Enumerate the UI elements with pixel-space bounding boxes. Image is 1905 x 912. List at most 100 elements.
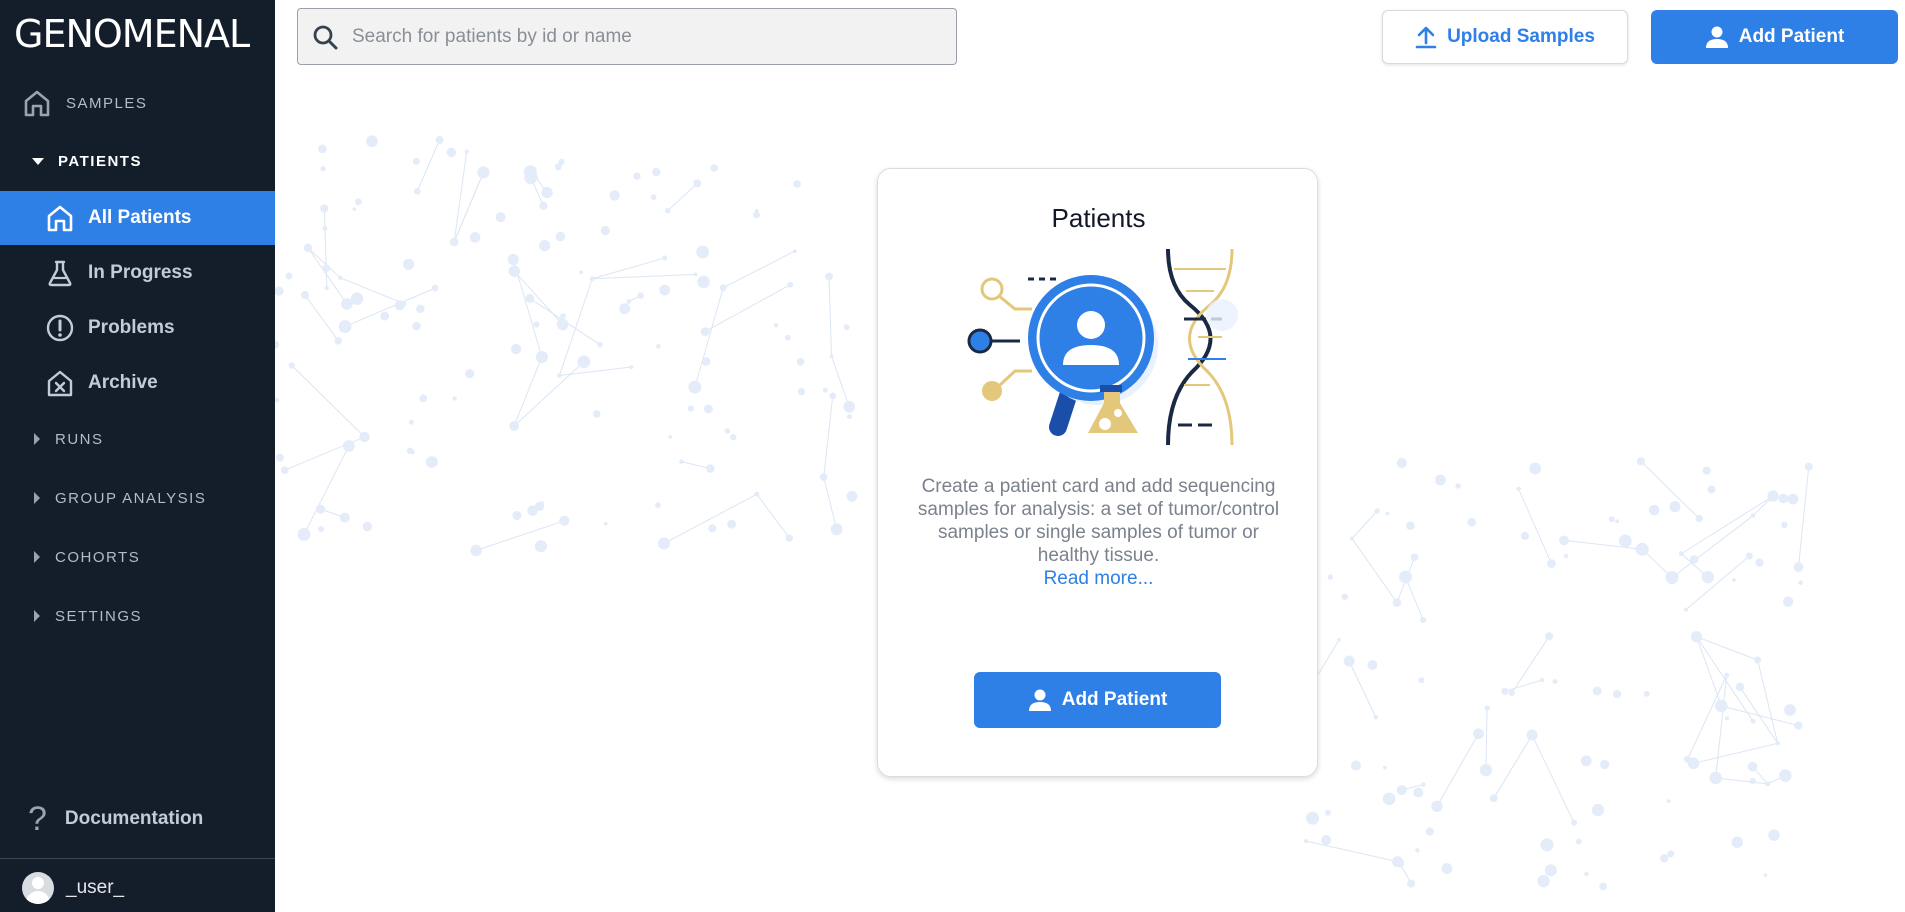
network-node: [1571, 819, 1578, 826]
network-node: [843, 324, 850, 331]
network-node: [1592, 686, 1602, 696]
home-icon: [44, 202, 76, 234]
network-node: [1690, 631, 1703, 643]
user-menu[interactable]: _user_: [0, 866, 275, 910]
network-link: [513, 361, 585, 427]
network-node: [1563, 553, 1569, 559]
nav-section-runs[interactable]: RUNS: [0, 424, 275, 454]
avatar: [22, 872, 54, 904]
user-icon: [1705, 25, 1729, 49]
network-node: [1418, 677, 1425, 684]
network-node: [822, 387, 828, 393]
nav-section-group-analysis[interactable]: GROUP ANALYSIS: [0, 483, 275, 513]
network-node: [1695, 514, 1703, 523]
search-input[interactable]: [352, 25, 932, 48]
network-link: [513, 356, 543, 427]
network-link: [513, 270, 563, 325]
network-node: [1540, 838, 1554, 852]
network-node: [1689, 555, 1699, 564]
add-patient-label: Add Patient: [1738, 26, 1845, 47]
network-node: [338, 320, 352, 333]
network-node: [408, 419, 414, 425]
network-node: [1392, 598, 1402, 607]
network-link: [1493, 734, 1533, 799]
network-link: [475, 520, 565, 551]
network-node: [366, 135, 378, 148]
network-node: [1467, 517, 1477, 527]
documentation-link[interactable]: ? Documentation: [0, 800, 275, 838]
network-node: [334, 336, 343, 345]
network-node: [1580, 755, 1592, 767]
network-node: [825, 272, 833, 281]
network-node: [1520, 531, 1530, 541]
network-node: [704, 404, 713, 414]
network-link: [1681, 495, 1774, 555]
network-node: [710, 164, 718, 172]
sidebar-item-problems[interactable]: Problems: [0, 301, 275, 355]
network-node: [412, 321, 421, 331]
network-node: [1337, 638, 1341, 642]
sidebar-item-all-patients[interactable]: All Patients: [0, 191, 275, 245]
network-node: [320, 166, 326, 172]
user-name: _user_: [66, 877, 125, 898]
network-node: [510, 343, 522, 355]
network-node: [657, 537, 670, 550]
network-node: [1701, 570, 1715, 584]
network-node: [1775, 741, 1780, 746]
network-node: [597, 342, 603, 348]
network-node: [362, 521, 373, 532]
nav-section-label: GROUP ANALYSIS: [55, 489, 207, 507]
sidebar-item-in-progress[interactable]: In Progress: [0, 246, 275, 300]
sidebar-item-archive[interactable]: Archive: [0, 356, 275, 410]
network-node: [275, 286, 284, 296]
network-node: [668, 435, 673, 439]
nav-section-patients[interactable]: PATIENTS: [0, 146, 275, 176]
network-node: [1382, 792, 1396, 806]
sidebar-item-label: Problems: [88, 317, 175, 338]
network-link: [1531, 734, 1575, 823]
network-node: [1798, 580, 1803, 586]
network-node: [406, 447, 414, 455]
network-link: [592, 257, 665, 280]
network-link: [823, 476, 838, 530]
add-patient-button[interactable]: Add Patient: [1651, 10, 1898, 64]
network-node: [1600, 759, 1610, 770]
network-link: [828, 276, 833, 357]
network-node: [1615, 519, 1620, 524]
network-link: [1757, 659, 1779, 744]
network-node: [1407, 879, 1416, 888]
network-node: [509, 421, 520, 431]
network-node: [341, 298, 353, 310]
home-icon: [22, 88, 52, 118]
read-more-link[interactable]: Read more...: [916, 567, 1281, 590]
nav-section-settings[interactable]: SETTINGS: [0, 601, 275, 631]
caret-right-icon: [34, 433, 40, 445]
network-node: [793, 180, 801, 188]
network-node: [318, 526, 325, 532]
network-node: [730, 434, 737, 441]
network-link: [453, 151, 468, 243]
network-link: [1715, 777, 1768, 785]
app-logo[interactable]: GENOMENAL: [14, 14, 250, 54]
nav-section-samples[interactable]: SAMPLES: [0, 86, 275, 120]
network-node: [633, 172, 641, 181]
network-link: [694, 287, 724, 388]
network-node: [1787, 493, 1799, 505]
upload-samples-button[interactable]: Upload Samples: [1382, 10, 1628, 64]
network-link: [1436, 733, 1479, 807]
nav-section-cohorts[interactable]: COHORTS: [0, 542, 275, 572]
network-node: [1747, 761, 1758, 772]
network-node: [1343, 655, 1355, 667]
network-node: [784, 334, 791, 341]
network-node: [1709, 771, 1722, 785]
network-node: [1327, 574, 1334, 580]
sidebar-item-label: All Patients: [88, 207, 192, 228]
search-box[interactable]: [297, 8, 957, 65]
network-node: [600, 225, 610, 236]
network-node: [637, 292, 644, 299]
network-node: [1473, 728, 1484, 740]
network-node: [1546, 559, 1556, 568]
documentation-label: Documentation: [64, 808, 204, 829]
network-node: [719, 284, 727, 292]
card-add-patient-button[interactable]: Add Patient: [974, 672, 1221, 728]
